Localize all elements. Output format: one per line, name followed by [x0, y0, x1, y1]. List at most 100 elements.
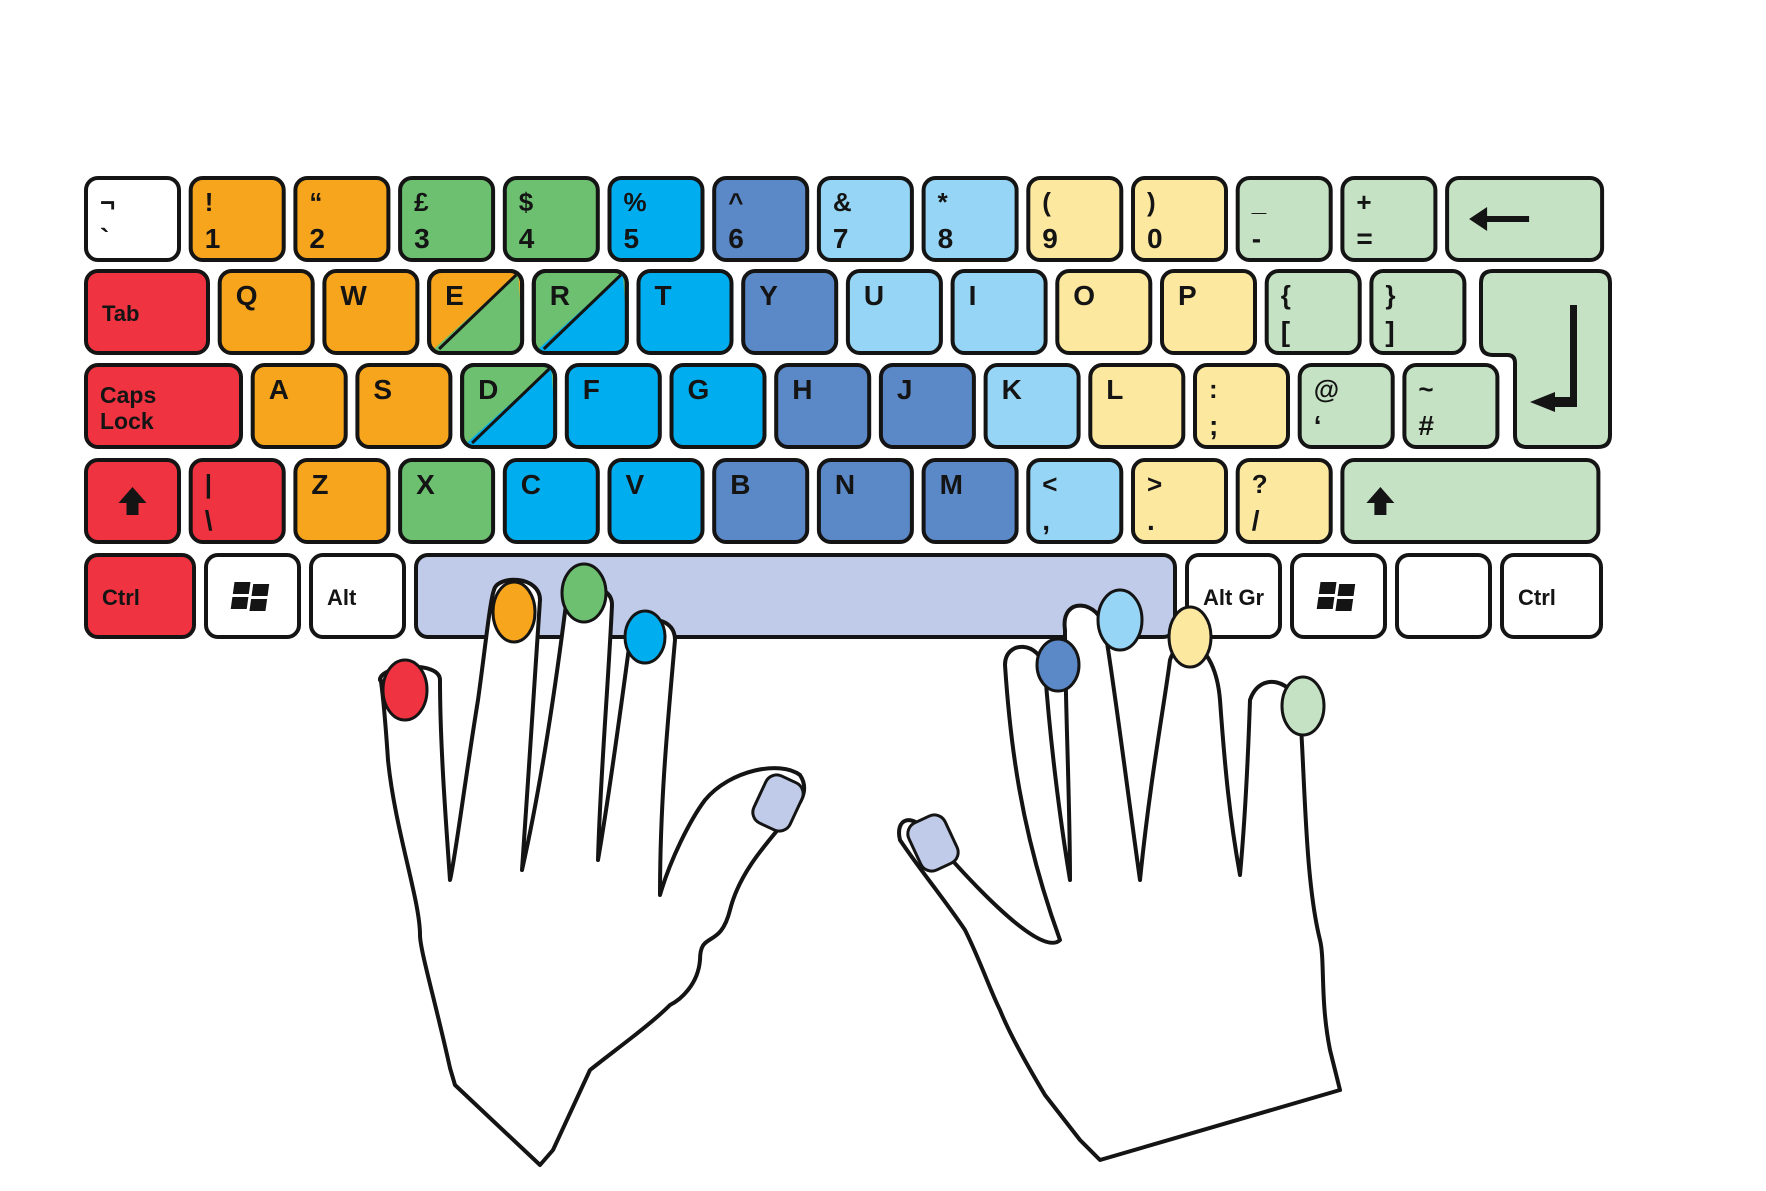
key-label: Alt Gr — [1203, 585, 1265, 610]
key-top-symbol: ( — [1042, 187, 1051, 217]
key-d[interactable]: D — [460, 363, 558, 449]
key-top-symbol: : — [1209, 374, 1218, 404]
right-hand-outline — [897, 603, 1342, 1162]
key-6[interactable]: ^6 — [712, 176, 810, 262]
key-label: A — [269, 374, 289, 405]
key-s[interactable]: S — [355, 363, 453, 449]
key-minus[interactable]: _- — [1235, 176, 1333, 262]
key-slash[interactable]: ?/ — [1235, 458, 1333, 544]
key-label: Y — [759, 280, 778, 311]
key-equals[interactable]: += — [1340, 176, 1438, 262]
key-c[interactable]: C — [502, 458, 600, 544]
key-a[interactable]: A — [250, 363, 348, 449]
key-top-symbol: _ — [1251, 187, 1267, 217]
key-r[interactable]: R — [531, 269, 629, 355]
key-k[interactable]: K — [983, 363, 1081, 449]
key-top-symbol: ~ — [1418, 374, 1433, 404]
key-h[interactable]: H — [774, 363, 872, 449]
key-windows-logo[interactable] — [1290, 553, 1387, 639]
key-label: P — [1178, 280, 1197, 311]
key-u[interactable]: U — [845, 269, 943, 355]
key-label: H — [792, 374, 812, 405]
key-bottom-symbol: 5 — [624, 223, 640, 254]
key-top-symbol: ? — [1252, 469, 1268, 499]
key-ctrl[interactable]: Ctrl — [1500, 553, 1603, 639]
key-label: E — [445, 280, 464, 311]
key-q[interactable]: Q — [217, 269, 315, 355]
key-label: W — [340, 280, 367, 311]
left-hand-outline — [378, 577, 807, 1167]
key-top-symbol: $ — [519, 187, 534, 217]
key-top-symbol: + — [1356, 187, 1371, 217]
key-close-bracket[interactable]: }] — [1369, 269, 1467, 355]
key-alt[interactable]: Alt — [309, 553, 406, 639]
key-p[interactable]: P — [1160, 269, 1257, 355]
key-bottom-symbol: ] — [1385, 316, 1394, 347]
key-top-symbol: @ — [1314, 374, 1339, 404]
key-8[interactable]: *8 — [921, 176, 1019, 262]
key-e[interactable]: E — [427, 269, 525, 355]
key-label: I — [969, 280, 977, 311]
key-bottom-symbol: , — [1042, 505, 1050, 536]
key-3[interactable]: £3 — [398, 176, 496, 262]
key-label: Z — [311, 469, 328, 500]
key-shift-arrow[interactable] — [84, 458, 181, 544]
key-bottom-symbol: \ — [205, 505, 213, 536]
right-pinky-nail — [1280, 675, 1326, 737]
key-i[interactable]: I — [950, 269, 1048, 355]
key-label: L — [1106, 374, 1123, 405]
key-semicolon[interactable]: :; — [1193, 363, 1290, 449]
key-tab[interactable]: Tab — [84, 269, 210, 355]
key-bottom-symbol: 6 — [728, 223, 744, 254]
key-5[interactable]: %5 — [607, 176, 705, 262]
key-j[interactable]: J — [878, 363, 976, 449]
key-o[interactable]: O — [1055, 269, 1153, 355]
key-1[interactable]: !1 — [188, 176, 286, 262]
key-n[interactable]: N — [816, 458, 914, 544]
key-t[interactable]: T — [636, 269, 734, 355]
key-y[interactable]: Y — [741, 269, 839, 355]
key-hash[interactable]: ~# — [1402, 363, 1500, 449]
key-open-bracket[interactable]: {[ — [1264, 269, 1362, 355]
key-7[interactable]: &7 — [816, 176, 914, 262]
key-caps-lock[interactable]: CapsLock — [84, 363, 243, 449]
key-quote[interactable]: @‘ — [1297, 363, 1395, 449]
key-label: M — [940, 469, 963, 500]
right-middle-nail — [1096, 588, 1144, 652]
keyboard: ¬`!1“2£3$4%5^6&7*8(9)0_-+= TabQ W E R T Y U I O P {… — [84, 176, 1612, 639]
key-enter[interactable] — [1479, 269, 1612, 449]
key-comma[interactable]: <, — [1026, 458, 1124, 544]
key-2[interactable]: “2 — [293, 176, 391, 262]
key-9[interactable]: (9 — [1026, 176, 1124, 262]
key-label: J — [897, 374, 913, 405]
key-ctrl[interactable]: Ctrl — [84, 553, 196, 639]
key-backspace-arrow[interactable] — [1445, 176, 1605, 262]
right-ring-nail — [1167, 605, 1213, 669]
key-f[interactable]: F — [564, 363, 662, 449]
key-backslash[interactable]: |\ — [188, 458, 286, 544]
key-x[interactable]: X — [398, 458, 496, 544]
key-z[interactable]: Z — [293, 458, 391, 544]
key-blank[interactable] — [1395, 553, 1492, 639]
key-windows-logo[interactable] — [204, 553, 301, 639]
key-b[interactable]: B — [712, 458, 810, 544]
key-0[interactable]: )0 — [1131, 176, 1228, 262]
key-label: T — [655, 280, 672, 311]
key-m[interactable]: M — [921, 458, 1019, 544]
key-4[interactable]: $4 — [502, 176, 600, 262]
key-top-symbol: * — [938, 187, 949, 217]
key-top-symbol: ! — [205, 187, 214, 217]
key-l[interactable]: L — [1088, 363, 1186, 449]
key-g[interactable]: G — [669, 363, 767, 449]
key-v[interactable]: V — [607, 458, 705, 544]
left-ring-nail — [491, 580, 537, 644]
key-backtick[interactable]: ¬` — [84, 176, 181, 262]
key-w[interactable]: W — [322, 269, 420, 355]
key-shift-arrow[interactable] — [1340, 458, 1601, 544]
key-label: S — [373, 374, 392, 405]
key-bottom-symbol: / — [1252, 505, 1260, 536]
key-bottom-symbol: . — [1147, 505, 1155, 536]
key-bottom-symbol: 0 — [1147, 223, 1163, 254]
key-period[interactable]: >. — [1131, 458, 1228, 544]
left-pinky-nail — [381, 658, 429, 722]
